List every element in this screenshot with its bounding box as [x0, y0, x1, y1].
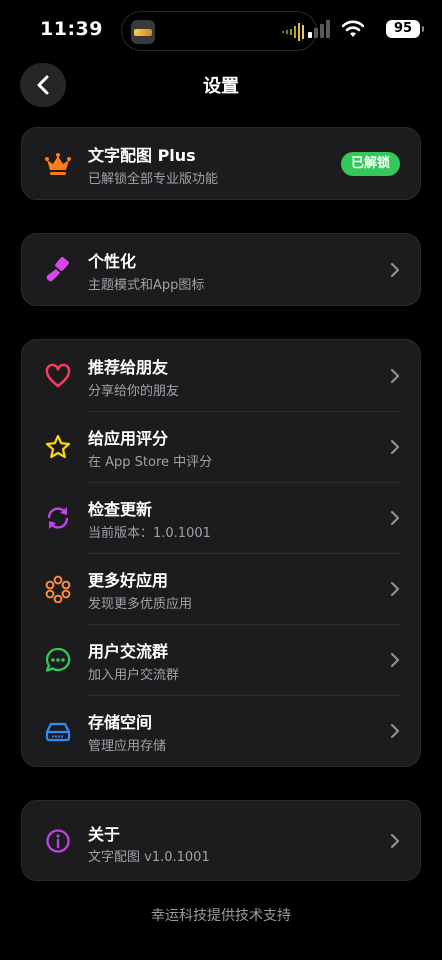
personalize-row[interactable]: 个性化 主题模式和App图标: [22, 234, 420, 305]
plus-subtitle: 已解锁全部专业版功能: [88, 172, 219, 187]
status-bar: 11:39 95: [0, 0, 442, 60]
wifi-icon: [342, 20, 364, 37]
about-title: 关于: [88, 825, 121, 844]
menu-item-community[interactable]: 用户交流群 加入用户交流群: [22, 624, 420, 695]
storage-icon: [44, 717, 72, 745]
menu-item-subtitle: 加入用户交流群: [88, 668, 180, 683]
footer-credit: 幸运科技提供技术支持: [151, 908, 291, 924]
heart-icon: [44, 362, 72, 390]
menu-item-rate[interactable]: 给应用评分 在 App Store 中评分: [22, 411, 420, 482]
menu-item-title: 检查更新: [88, 500, 153, 519]
menu-item-subtitle: 分享给你的朋友: [88, 384, 180, 399]
menu-item-title: 推荐给朋友: [88, 358, 169, 377]
chevron-right-icon: [390, 833, 400, 849]
personalize-subtitle: 主题模式和App图标: [88, 278, 205, 293]
menu-item-subtitle: 管理应用存储: [88, 739, 167, 754]
menu-item-subtitle: 发现更多优质应用: [88, 597, 193, 612]
audio-wave-icon: [282, 23, 304, 41]
personalize-card: 个性化 主题模式和App图标: [21, 233, 421, 306]
refresh-icon: [44, 504, 72, 532]
menu-item-subtitle: 在 App Store 中评分: [88, 455, 213, 470]
menu-item-title: 用户交流群: [88, 642, 169, 661]
page-title: 设置: [203, 76, 239, 97]
plus-card: 文字配图 Plus 已解锁全部专业版功能 已解锁: [21, 127, 421, 200]
menu-item-update[interactable]: 检查更新 当前版本：1.0.1001: [22, 482, 420, 553]
personalize-title: 个性化: [88, 252, 137, 271]
chevron-right-icon: [390, 581, 400, 597]
apps-icon: [44, 575, 72, 603]
menu-item-title: 更多好应用: [88, 571, 169, 590]
chevron-right-icon: [390, 439, 400, 455]
chat-icon: [44, 646, 72, 674]
dynamic-island[interactable]: [121, 11, 317, 51]
status-time: 11:39: [40, 18, 103, 40]
cellular-signal-icon: [308, 20, 330, 38]
nav-bar: 设置: [0, 63, 442, 107]
crown-icon: [44, 150, 72, 178]
plus-row[interactable]: 文字配图 Plus 已解锁全部专业版功能 已解锁: [22, 128, 420, 199]
chevron-right-icon: [390, 723, 400, 739]
menu-item-storage[interactable]: 存储空间 管理应用存储: [22, 695, 420, 766]
battery-indicator: 95: [386, 20, 424, 38]
menu-item-subtitle: 当前版本：1.0.1001: [88, 526, 211, 541]
menu-item-title: 存储空间: [88, 713, 153, 732]
menu-item-recommend[interactable]: 推荐给朋友 分享给你的朋友: [22, 340, 420, 411]
menu-card: 推荐给朋友 分享给你的朋友 给应用评分 在 App Store 中评分 检查更新…: [21, 339, 421, 767]
unlocked-badge: 已解锁: [340, 152, 400, 176]
info-icon: [44, 827, 72, 855]
chevron-right-icon: [390, 652, 400, 668]
menu-item-more-apps[interactable]: 更多好应用 发现更多优质应用: [22, 553, 420, 624]
chevron-right-icon: [390, 262, 400, 278]
menu-item-title: 给应用评分: [88, 429, 169, 448]
about-card: 关于 文字配图 v1.0.1001: [21, 800, 421, 881]
star-icon: [44, 433, 72, 461]
now-playing-artwork: [131, 20, 155, 44]
chevron-right-icon: [390, 510, 400, 526]
plus-title: 文字配图 Plus: [88, 146, 196, 165]
about-subtitle: 文字配图 v1.0.1001: [88, 850, 210, 865]
paint-brush-icon: [44, 256, 72, 284]
about-row[interactable]: 关于 文字配图 v1.0.1001: [22, 801, 420, 880]
chevron-right-icon: [390, 368, 400, 384]
